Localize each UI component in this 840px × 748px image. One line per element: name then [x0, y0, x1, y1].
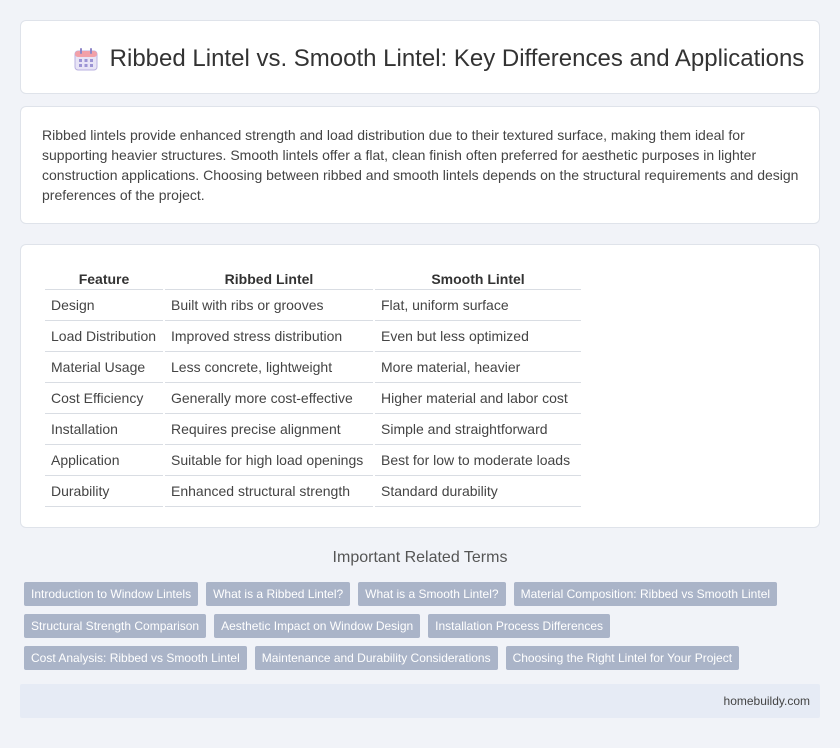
- intro-text: Ribbed lintels provide enhanced strength…: [42, 127, 799, 203]
- table-row: Material Usage Less concrete, lightweigh…: [45, 352, 581, 383]
- table-row: Application Suitable for high load openi…: [45, 445, 581, 476]
- table-row: Design Built with ribs or grooves Flat, …: [45, 290, 581, 321]
- table-row: Cost Efficiency Generally more cost-effe…: [45, 383, 581, 414]
- table-cell: Durability: [45, 476, 163, 507]
- table-cell: Standard durability: [375, 476, 581, 507]
- table-cell: Enhanced structural strength: [165, 476, 373, 507]
- table-cell: Requires precise alignment: [165, 414, 373, 445]
- tag-link[interactable]: Installation Process Differences: [428, 614, 611, 638]
- column-header-feature: Feature: [45, 266, 163, 290]
- table-row: Installation Requires precise alignment …: [45, 414, 581, 445]
- column-header-ribbed: Ribbed Lintel: [165, 266, 373, 290]
- footer-site[interactable]: homebuildy.com: [724, 694, 810, 708]
- table-cell: More material, heavier: [375, 352, 581, 383]
- table-cell: Cost Efficiency: [45, 383, 163, 414]
- table-cell: Material Usage: [45, 352, 163, 383]
- tag-row: Structural Strength Comparison Aesthetic…: [24, 614, 814, 638]
- footer: homebuildy.com: [20, 684, 820, 718]
- page-title: Ribbed Lintel vs. Smooth Lintel: Key Dif…: [109, 45, 805, 72]
- tag-link[interactable]: Cost Analysis: Ribbed vs Smooth Lintel: [24, 646, 247, 670]
- table-cell: Simple and straightforward: [375, 414, 581, 445]
- table-cell: Flat, uniform surface: [375, 290, 581, 321]
- table-cell: Design: [45, 290, 163, 321]
- tag-link[interactable]: Material Composition: Ribbed vs Smooth L…: [513, 582, 778, 606]
- tag-link[interactable]: What is a Smooth Lintel?: [358, 582, 506, 606]
- table-row: Load Distribution Improved stress distri…: [45, 321, 581, 352]
- related-terms-tags: Introduction to Window Lintels What is a…: [24, 582, 814, 678]
- tag-link[interactable]: Maintenance and Durability Consideration…: [254, 646, 498, 670]
- table-cell: Improved stress distribution: [165, 321, 373, 352]
- table-cell: Application: [45, 445, 163, 476]
- table-row: Durability Enhanced structural strength …: [45, 476, 581, 507]
- table-cell: Even but less optimized: [375, 321, 581, 352]
- related-terms-title: Important Related Terms: [332, 549, 508, 566]
- tag-link[interactable]: What is a Ribbed Lintel?: [206, 582, 351, 606]
- table-cell: Generally more cost-effective: [165, 383, 373, 414]
- table-cell: Suitable for high load openings: [165, 445, 373, 476]
- comparison-table: Feature Ribbed Lintel Smooth Lintel Desi…: [43, 266, 583, 507]
- column-header-smooth: Smooth Lintel: [375, 266, 581, 290]
- table-cell: Installation: [45, 414, 163, 445]
- tag-link[interactable]: Structural Strength Comparison: [24, 614, 207, 638]
- tag-link[interactable]: Introduction to Window Lintels: [24, 582, 199, 606]
- tag-link[interactable]: Choosing the Right Lintel for Your Proje…: [505, 646, 740, 670]
- intro-card: Ribbed lintels provide enhanced strength…: [20, 106, 820, 224]
- header-card: Ribbed Lintel vs. Smooth Lintel: Key Dif…: [20, 20, 820, 94]
- calendar-icon: [74, 48, 98, 71]
- table-cell: Higher material and labor cost: [375, 383, 581, 414]
- tag-link[interactable]: Aesthetic Impact on Window Design: [214, 614, 421, 638]
- table-cell: Best for low to moderate loads: [375, 445, 581, 476]
- tag-row: Introduction to Window Lintels What is a…: [24, 582, 814, 606]
- comparison-card: Feature Ribbed Lintel Smooth Lintel Desi…: [20, 244, 820, 528]
- table-cell: Less concrete, lightweight: [165, 352, 373, 383]
- table-header-row: Feature Ribbed Lintel Smooth Lintel: [45, 266, 581, 290]
- tag-row: Cost Analysis: Ribbed vs Smooth Lintel M…: [24, 646, 814, 670]
- table-cell: Load Distribution: [45, 321, 163, 352]
- table-cell: Built with ribs or grooves: [165, 290, 373, 321]
